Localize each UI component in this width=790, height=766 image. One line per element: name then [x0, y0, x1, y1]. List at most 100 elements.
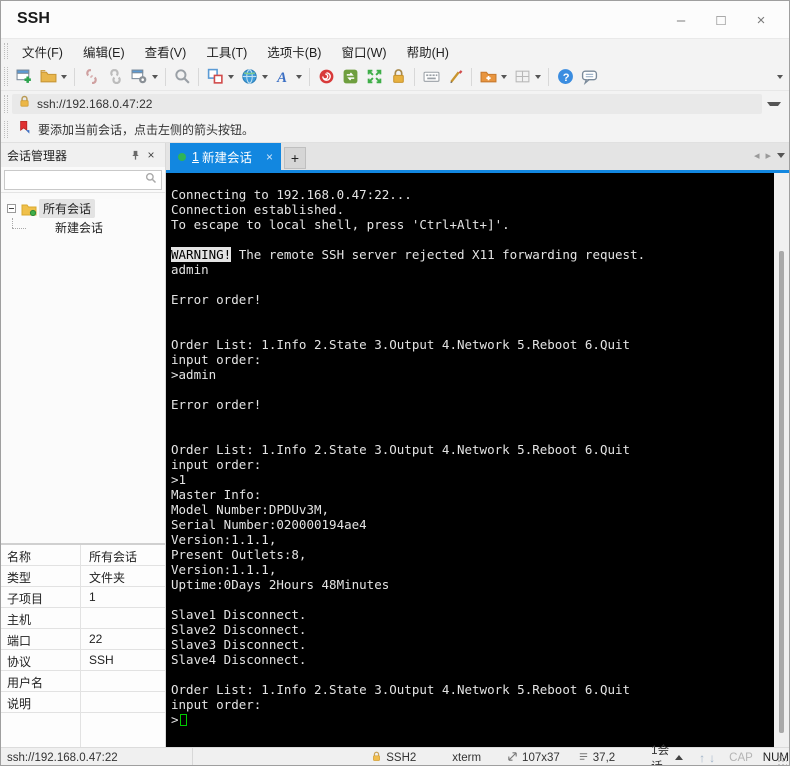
menu-grip	[4, 42, 8, 60]
new-file-dropdown[interactable]	[501, 74, 507, 79]
bookmark-flag-icon[interactable]	[18, 120, 32, 140]
status-term-type[interactable]: xterm	[452, 752, 481, 764]
new-session-icon[interactable]	[13, 66, 35, 88]
status-session-count[interactable]: 1会话	[651, 742, 684, 765]
status-caps-lock: CAP	[729, 751, 753, 764]
terminal-line: >1	[171, 472, 187, 487]
session-list-up-icon[interactable]	[675, 755, 684, 760]
connected-dot-icon	[178, 152, 186, 161]
tree-root-row[interactable]: 所有会话	[1, 199, 165, 218]
terminal-line: Order List: 1.Info 2.State 3.Output 4.Ne…	[171, 682, 631, 697]
toolbar-overflow-dropdown[interactable]	[777, 74, 783, 79]
terminal-cursor	[179, 714, 187, 726]
prop-value	[81, 692, 165, 712]
toolbar-separator	[548, 67, 549, 86]
menu-edit[interactable]: 编辑(E)	[73, 39, 135, 64]
terminal-line: Error order!	[171, 292, 262, 307]
font-dropdown[interactable]	[296, 74, 302, 79]
tree-child-row[interactable]: 新建会话	[1, 218, 165, 237]
terminal-line: To escape to local shell, press 'Ctrl+Al…	[171, 217, 510, 232]
svg-text:?: ?	[562, 72, 569, 84]
session-properties-dropdown[interactable]	[152, 74, 158, 79]
feedback-icon[interactable]	[578, 66, 600, 88]
session-properties-icon[interactable]	[128, 66, 150, 88]
terminal-line: Slave3 Disconnect.	[171, 637, 307, 652]
compose-bar-dropdown[interactable]	[228, 74, 234, 79]
minimize-button[interactable]: –	[661, 1, 701, 39]
tab-session-1[interactable]: 1 新建会话 ×	[170, 143, 281, 170]
tab-scroll-left-icon[interactable]: ◂	[754, 149, 760, 162]
font-icon[interactable]: A	[272, 66, 294, 88]
address-lock-icon	[18, 95, 31, 113]
virtual-keyboard-icon[interactable]	[420, 66, 442, 88]
menu-help[interactable]: 帮助(H)	[397, 39, 459, 64]
inverse-text: WARNING!	[171, 247, 232, 262]
open-folder-dropdown[interactable]	[61, 74, 67, 79]
terminal-line: >	[171, 712, 774, 727]
find-icon[interactable]	[171, 66, 193, 88]
table-row: 主机	[1, 608, 165, 629]
prop-label: 名称	[1, 545, 81, 565]
encoding-dropdown[interactable]	[262, 74, 268, 79]
menu-tabs[interactable]: 选项卡(B)	[257, 39, 331, 64]
tab-close-icon[interactable]: ×	[266, 150, 273, 164]
tree-child-label[interactable]: 新建会话	[51, 218, 107, 237]
address-input[interactable]: ssh://192.168.0.47:22	[12, 94, 762, 114]
new-file-icon[interactable]	[477, 66, 499, 88]
terminal-scrollbar[interactable]	[774, 173, 789, 747]
compose-bar-icon[interactable]	[204, 66, 226, 88]
panel-close-icon[interactable]: ×	[143, 147, 159, 163]
layout-grid-dropdown[interactable]	[535, 74, 541, 79]
menu-window[interactable]: 窗口(W)	[331, 39, 396, 64]
ansi-colors-icon[interactable]	[315, 66, 337, 88]
resize-grip[interactable]	[777, 755, 787, 765]
toolbar: A ?	[1, 63, 789, 91]
tree-root-label[interactable]: 所有会话	[39, 199, 96, 218]
session-manager-title: 会话管理器	[7, 148, 68, 163]
toolbar-separator	[198, 67, 199, 86]
fullscreen-icon[interactable]	[363, 66, 385, 88]
terminal-line: Slave2 Disconnect.	[171, 622, 307, 637]
session-search-input[interactable]	[4, 169, 162, 190]
menu-tools[interactable]: 工具(T)	[196, 39, 257, 64]
table-row: 协议 SSH	[1, 650, 165, 671]
prop-label: 子项目	[1, 587, 81, 607]
new-tab-button[interactable]: +	[283, 147, 306, 169]
tab-list-dropdown[interactable]	[777, 153, 785, 158]
scroll-down-icon[interactable]: ↓	[709, 751, 715, 765]
terminal-line: Error order!	[171, 397, 262, 412]
terminal-line: admin	[171, 262, 209, 277]
scrollbar-thumb[interactable]	[779, 251, 784, 733]
open-folder-icon[interactable]	[37, 66, 59, 88]
address-dropdown[interactable]	[767, 102, 781, 106]
terminal-line: Connection established.	[171, 202, 345, 217]
highlight-pen-icon[interactable]	[444, 66, 466, 88]
transfer-icon[interactable]	[339, 66, 361, 88]
notice-grip	[4, 120, 8, 139]
tab-scroll-right-icon[interactable]: ▸	[765, 149, 771, 162]
maximize-button[interactable]: □	[701, 1, 741, 39]
menu-view[interactable]: 查看(V)	[135, 39, 197, 64]
session-manager-header: 会话管理器 ×	[1, 143, 165, 167]
lock-screen-icon[interactable]	[387, 66, 409, 88]
pin-icon[interactable]	[127, 147, 143, 163]
collapse-icon[interactable]	[7, 204, 16, 213]
terminal-screen[interactable]: Connecting to 192.168.0.47:22... Connecti…	[166, 173, 774, 747]
terminal-line: Slave1 Disconnect.	[171, 607, 307, 622]
encoding-globe-icon[interactable]	[238, 66, 260, 88]
session-tree: 所有会话 新建会话	[1, 199, 165, 549]
notice-text: 要添加当前会话，点击左侧的箭头按钮。	[38, 123, 255, 137]
terminal-line: Connecting to 192.168.0.47:22...	[171, 187, 412, 202]
help-icon[interactable]: ?	[554, 66, 576, 88]
status-encryption: SSH2	[371, 751, 416, 765]
scroll-up-icon[interactable]: ↑	[699, 751, 705, 765]
tree-connector	[12, 218, 13, 228]
menu-file[interactable]: 文件(F)	[12, 39, 73, 64]
prop-label: 协议	[1, 650, 81, 670]
toolbar-grip	[4, 67, 8, 86]
terminal-line: Master Info:	[171, 487, 262, 502]
close-button[interactable]: ×	[741, 1, 781, 39]
